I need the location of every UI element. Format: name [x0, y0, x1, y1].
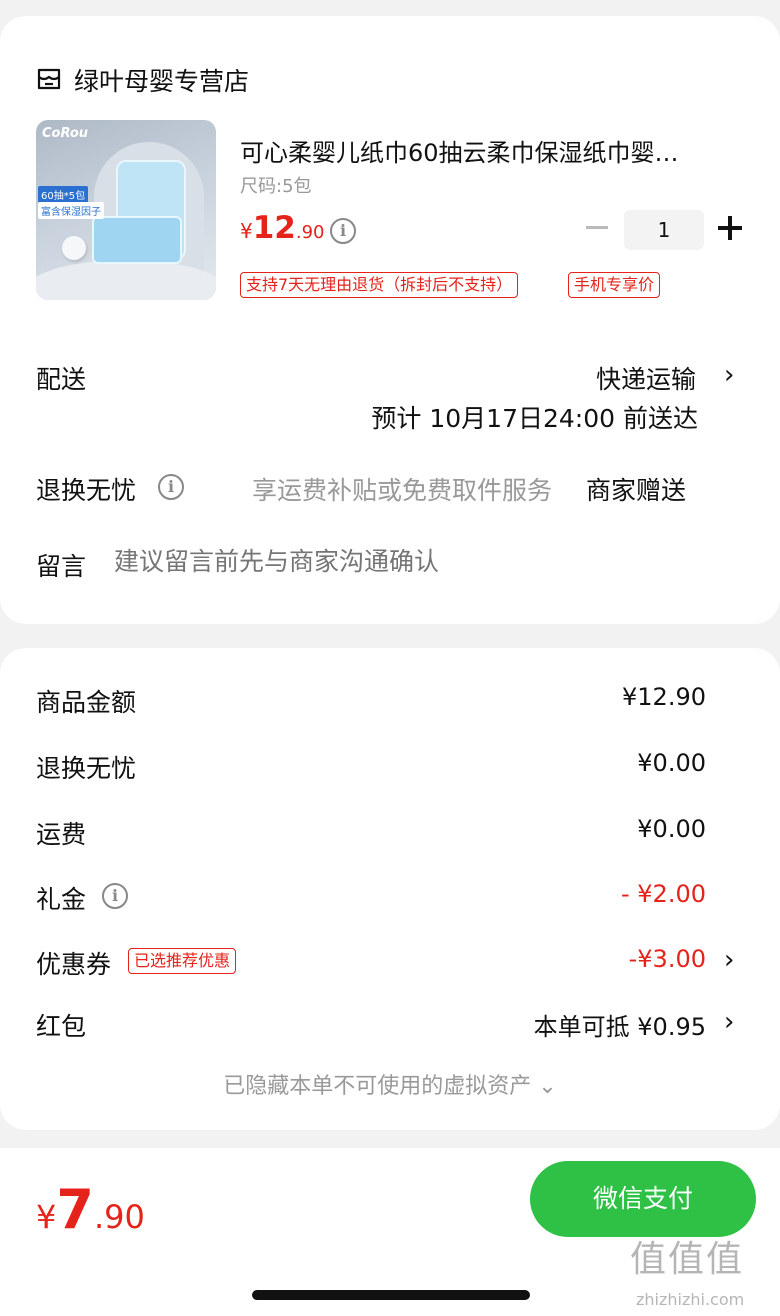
product-spec[interactable]: 尺码:5包 [240, 172, 312, 198]
shipping-value: ¥0.00 [637, 815, 706, 843]
red-packet-value[interactable]: 本单可抵 ¥0.95 [534, 1007, 706, 1042]
chevron-right-icon[interactable]: › [724, 1007, 734, 1037]
return-service-label: 退换无忧 [36, 476, 137, 505]
product-image-tag: 富含保湿因子 [38, 202, 104, 219]
store-icon [37, 68, 61, 90]
hidden-assets-toggle[interactable]: 已隐藏本单不可使用的虚拟资产 ⌄ [0, 1068, 780, 1100]
quantity-field[interactable]: 1 [624, 210, 704, 250]
decrease-quantity-button[interactable] [586, 226, 608, 229]
product-title[interactable]: 可心柔婴儿纸巾60抽云柔巾保湿纸巾婴… [240, 133, 740, 168]
delivery-method[interactable]: 快递运输 [596, 360, 696, 396]
product-price: ¥12.90 [240, 210, 325, 246]
return-fee-label: 退换无忧 [36, 754, 137, 783]
chevron-right-icon[interactable]: › [724, 360, 734, 390]
total-decimal: .90 [93, 1198, 145, 1236]
info-icon[interactable]: i [330, 218, 356, 244]
return-service-desc: 享运费补贴或免费取件服务 [252, 476, 553, 505]
total-symbol: ¥ [36, 1198, 57, 1236]
message-label: 留言 [36, 552, 87, 581]
coupon-recommended-tag[interactable]: 已选推荐优惠 [128, 948, 237, 974]
increase-quantity-button[interactable] [718, 216, 742, 240]
total-integer: 7 [56, 1178, 94, 1241]
return-fee-value: ¥0.00 [637, 749, 706, 777]
info-icon[interactable]: i [102, 883, 128, 909]
delivery-label: 配送 [36, 365, 87, 394]
product-image-tag: 60抽*5包 [38, 186, 89, 203]
store-name[interactable]: 绿叶母婴专营店 [74, 62, 249, 98]
price-integer: 12 [252, 210, 296, 246]
return-service-gift: 商家赠送 [586, 476, 687, 505]
gift-money-value: - ¥2.00 [621, 880, 706, 908]
coupon-value[interactable]: -¥3.00 [629, 945, 706, 973]
product-image-brand: CoRou [42, 126, 89, 141]
watermark-url: zhizhizhi.com [636, 1290, 745, 1309]
coupon-label: 优惠券 [36, 950, 112, 979]
gift-money-label: 礼金 [36, 885, 87, 914]
home-indicator[interactable] [252, 1290, 530, 1300]
mobile-price-tag: 手机专享价 [568, 272, 661, 298]
return-policy-tag: 支持7天无理由退货（拆封后不支持） [240, 272, 519, 298]
message-input[interactable] [114, 547, 734, 576]
order-item-card [0, 16, 780, 624]
delivery-eta: 预计 10月17日24:00 前送达 [371, 404, 698, 433]
red-packet-label: 红包 [36, 1012, 87, 1041]
watermark: 值值值 [630, 1239, 745, 1280]
goods-amount-value: ¥12.90 [622, 683, 706, 711]
goods-amount-label: 商品金额 [36, 688, 137, 717]
chevron-right-icon[interactable]: › [724, 945, 734, 975]
shipping-label: 运费 [36, 820, 87, 849]
product-image[interactable]: CoRou 60抽*5包 富含保湿因子 [36, 120, 216, 300]
total-price: ¥7.90 [36, 1178, 145, 1241]
price-symbol: ¥ [240, 219, 253, 243]
price-decimal: .90 [295, 222, 325, 243]
info-icon[interactable]: i [158, 474, 184, 500]
wechat-pay-button[interactable]: 微信支付 [530, 1161, 756, 1237]
